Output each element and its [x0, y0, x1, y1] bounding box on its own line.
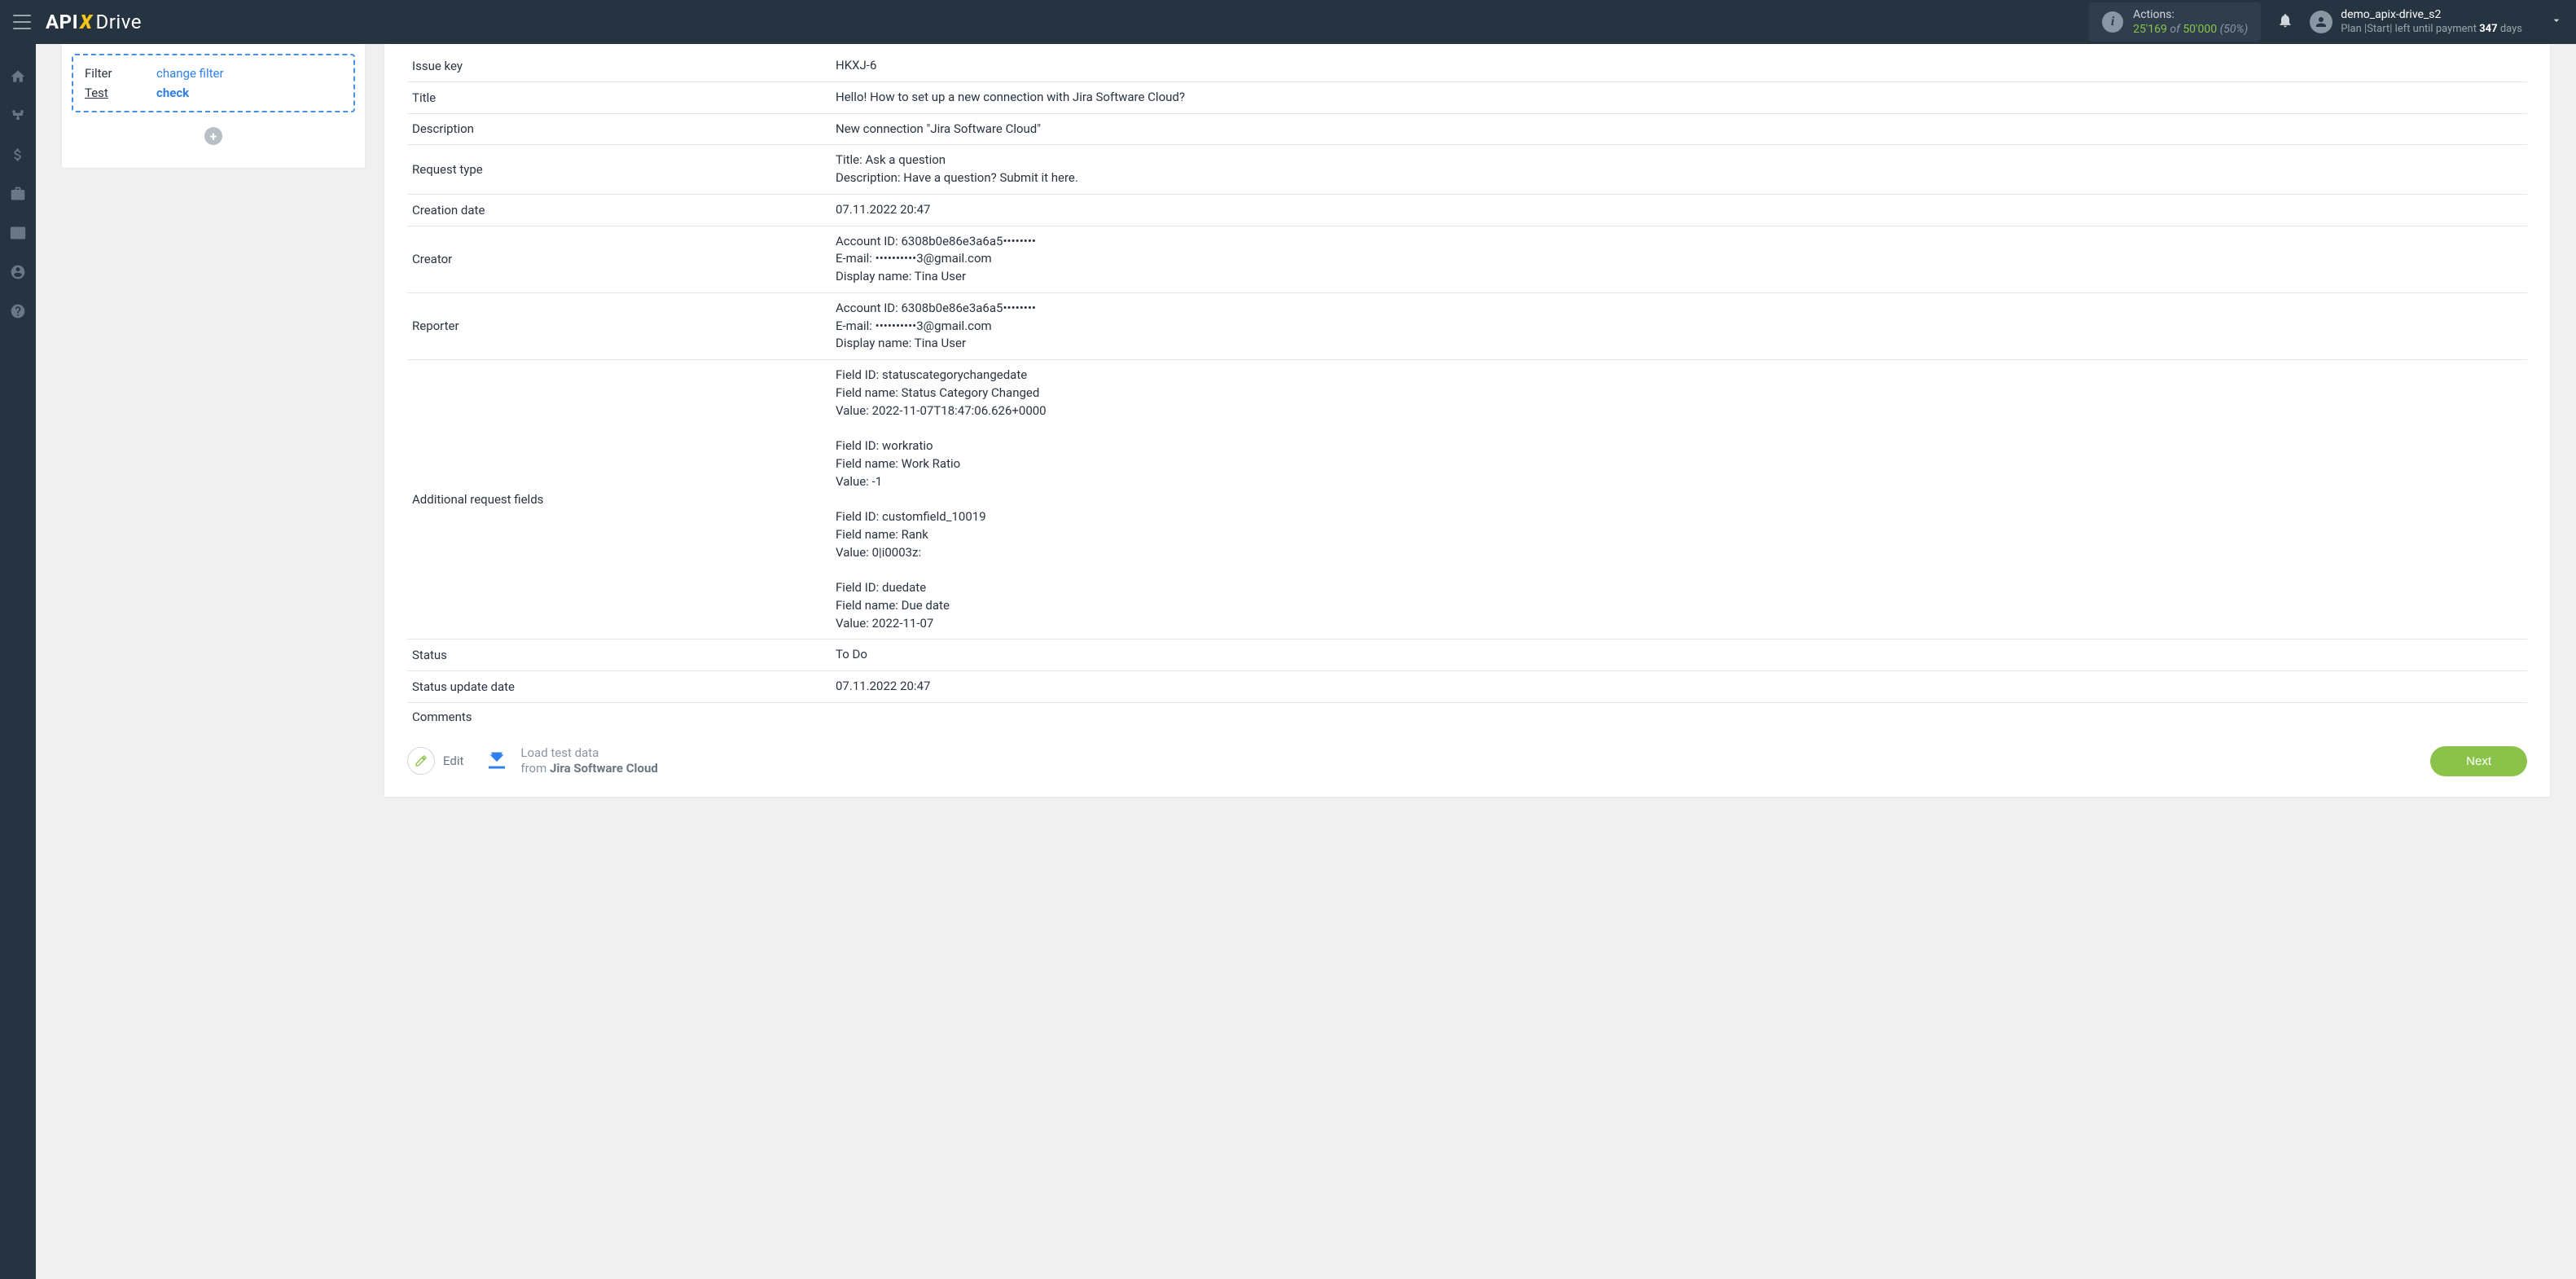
- sidebar-briefcase-icon[interactable]: [8, 184, 28, 204]
- table-row: Request typeTitle: Ask a question Descri…: [407, 145, 2527, 195]
- row-key: Status update date: [407, 671, 831, 703]
- user-block[interactable]: demo_apix-drive_s2 Plan |Start| left unt…: [2310, 7, 2522, 36]
- row-key: Request type: [407, 145, 831, 195]
- user-text: demo_apix-drive_s2 Plan |Start| left unt…: [2341, 7, 2522, 36]
- menu-icon[interactable]: [13, 15, 31, 29]
- sidebar-connections-icon[interactable]: [8, 106, 28, 125]
- actions-pct: (50%): [2220, 23, 2249, 36]
- info-icon: i: [2102, 11, 2123, 33]
- user-name: demo_apix-drive_s2: [2341, 7, 2522, 22]
- table-row: StatusTo Do: [407, 640, 2527, 671]
- actions-of: of: [2170, 23, 2179, 36]
- sidebar-video-icon[interactable]: [8, 223, 28, 243]
- next-button[interactable]: Next: [2430, 746, 2527, 776]
- data-table: Issue keyHKXJ-6TitleHello! How to set up…: [407, 51, 2527, 731]
- pencil-icon: [407, 747, 435, 775]
- panel-footer: Edit Load test data from Jira Software C…: [407, 745, 2527, 777]
- user-plan: Plan |Start| left until payment 347 days: [2341, 23, 2522, 37]
- download-icon: [483, 745, 511, 776]
- edit-label: Edit: [443, 754, 463, 768]
- add-step-button[interactable]: +: [204, 127, 222, 145]
- row-key: Creator: [407, 226, 831, 292]
- row-value: 07.11.2022 20:47: [831, 194, 2527, 226]
- step-box[interactable]: Filter change filter Test check: [72, 54, 355, 112]
- row-value: [831, 702, 2527, 731]
- row-key: Reporter: [407, 292, 831, 359]
- row-key: Description: [407, 113, 831, 145]
- table-row: DescriptionNew connection "Jira Software…: [407, 113, 2527, 145]
- row-value: To Do: [831, 640, 2527, 671]
- table-row: Creation date07.11.2022 20:47: [407, 194, 2527, 226]
- row-key: Creation date: [407, 194, 831, 226]
- steps-panel: Filter change filter Test check +: [62, 44, 365, 168]
- row-value: Field ID: statuscategorychangedate Field…: [831, 360, 2527, 640]
- sidebar-billing-icon[interactable]: [8, 145, 28, 165]
- row-value: 07.11.2022 20:47: [831, 671, 2527, 703]
- chevron-down-icon[interactable]: [2550, 14, 2563, 30]
- bell-icon[interactable]: [2277, 12, 2293, 32]
- actions-box[interactable]: i Actions: 25'169 of 50'000 (50%): [2089, 2, 2261, 42]
- row-key: Title: [407, 81, 831, 113]
- row-value: Account ID: 6308b0e86e3a6a5•••••••• E-ma…: [831, 292, 2527, 359]
- sidebar-help-icon[interactable]: [8, 301, 28, 321]
- app-header: API X Drive i Actions: 25'169 of 50'000 …: [0, 0, 2576, 44]
- sidebar-home-icon[interactable]: [8, 67, 28, 86]
- table-row: Comments: [407, 702, 2527, 731]
- row-value: Hello! How to set up a new connection wi…: [831, 81, 2527, 113]
- row-key: Additional request fields: [407, 360, 831, 640]
- test-label: Test: [85, 86, 156, 100]
- filter-link[interactable]: change filter: [156, 66, 224, 81]
- row-value: Title: Ask a question Description: Have …: [831, 145, 2527, 195]
- logo-x: X: [80, 11, 92, 33]
- user-avatar-icon: [2310, 11, 2332, 33]
- load-test-data[interactable]: Load test data from Jira Software Cloud: [483, 745, 657, 777]
- sidebar-account-icon[interactable]: [8, 262, 28, 282]
- sidebar-nav: [0, 44, 36, 1279]
- filter-label: Filter: [85, 66, 156, 81]
- row-key: Comments: [407, 702, 831, 731]
- row-value: Account ID: 6308b0e86e3a6a5•••••••• E-ma…: [831, 226, 2527, 292]
- actions-used: 25'169: [2133, 23, 2167, 36]
- logo-drive: Drive: [96, 11, 142, 33]
- table-row: Status update date07.11.2022 20:47: [407, 671, 2527, 703]
- row-value: New connection "Jira Software Cloud": [831, 113, 2527, 145]
- data-panel: Issue keyHKXJ-6TitleHello! How to set up…: [384, 44, 2550, 797]
- actions-label: Actions:: [2133, 7, 2248, 22]
- table-row: ReporterAccount ID: 6308b0e86e3a6a5•••••…: [407, 292, 2527, 359]
- table-row: Additional request fieldsField ID: statu…: [407, 360, 2527, 640]
- table-row: CreatorAccount ID: 6308b0e86e3a6a5••••••…: [407, 226, 2527, 292]
- load-text: Load test data from Jira Software Cloud: [520, 745, 657, 777]
- row-key: Issue key: [407, 51, 831, 81]
- table-row: Issue keyHKXJ-6: [407, 51, 2527, 81]
- actions-text: Actions: 25'169 of 50'000 (50%): [2133, 7, 2248, 37]
- edit-button[interactable]: Edit: [407, 747, 463, 775]
- row-value: HKXJ-6: [831, 51, 2527, 81]
- test-link[interactable]: check: [156, 86, 189, 100]
- logo-api: API: [46, 11, 78, 33]
- actions-total: 50'000: [2183, 23, 2217, 36]
- logo[interactable]: API X Drive: [46, 11, 142, 33]
- row-key: Status: [407, 640, 831, 671]
- table-row: TitleHello! How to set up a new connecti…: [407, 81, 2527, 113]
